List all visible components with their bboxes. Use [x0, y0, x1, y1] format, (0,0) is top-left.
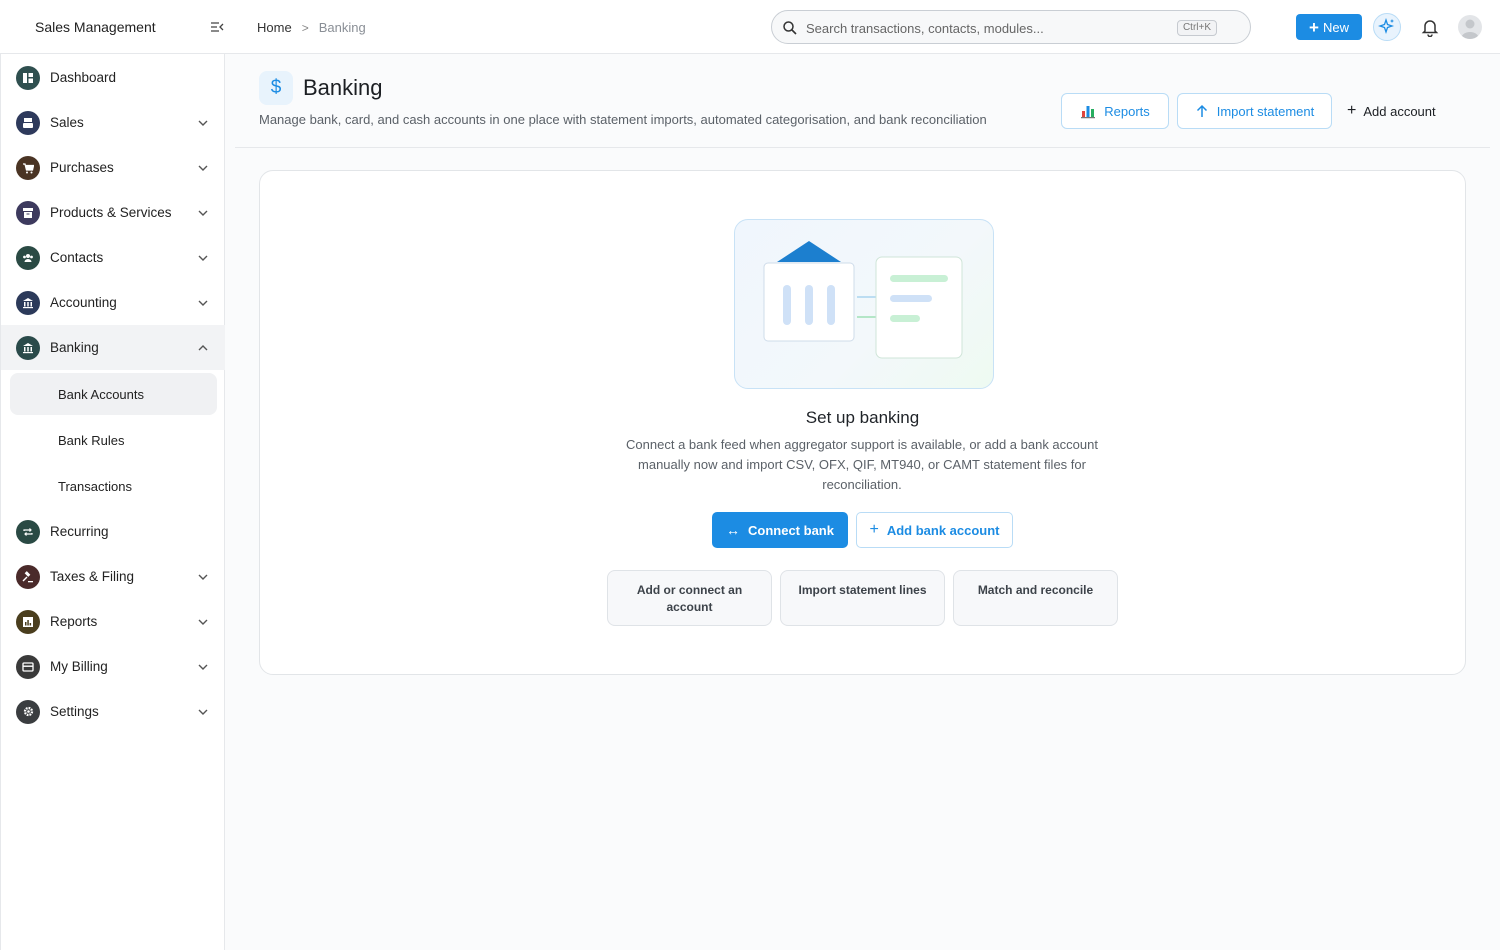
sidebar-item-accounting[interactable]: Accounting — [1, 280, 225, 325]
user-icon — [1461, 19, 1479, 39]
sidebar-item-label: Reports — [50, 614, 98, 629]
sidebar-subitem-label: Transactions — [58, 478, 132, 494]
chevron-down-icon — [198, 619, 208, 625]
register-icon — [16, 110, 40, 135]
new-button[interactable]: + New — [1296, 14, 1362, 40]
breadcrumb: Home > Banking — [257, 20, 366, 35]
step-card-import: Import statement lines — [780, 570, 945, 626]
chevron-down-icon — [198, 255, 208, 261]
sidebar-item-my-billing[interactable]: My Billing — [1, 644, 225, 689]
repeat-icon — [16, 519, 40, 544]
sidebar-item-label: Purchases — [50, 160, 114, 175]
search-bar[interactable]: Ctrl+K — [771, 10, 1251, 44]
empty-state-title: Set up banking — [805, 408, 920, 427]
gear-icon — [16, 699, 40, 724]
bank-statement-illustration-icon — [763, 241, 963, 359]
page-header: $ Banking Manage bank, card, and cash ac… — [235, 55, 1490, 148]
chevron-down-icon — [198, 210, 208, 216]
plus-icon: + — [1347, 102, 1357, 119]
box-icon — [16, 200, 40, 225]
search-input[interactable] — [806, 19, 1166, 37]
add-bank-account-button[interactable]: + Add bank account — [856, 512, 1013, 548]
sidebar-subitem-transactions[interactable]: Transactions — [10, 465, 217, 507]
chevron-down-icon — [198, 300, 208, 306]
gavel-icon — [16, 564, 40, 589]
sidebar-item-label: My Billing — [50, 659, 108, 674]
sidebar-item-contacts[interactable]: Contacts — [1, 235, 225, 280]
add-account-button[interactable]: + Add account — [1347, 93, 1457, 129]
cart-icon — [16, 155, 40, 180]
sparkle-icon — [1378, 18, 1395, 35]
chevron-down-icon — [198, 574, 208, 580]
chevron-up-icon — [198, 344, 208, 350]
avatar[interactable] — [1458, 15, 1482, 39]
top-bar: Sales Management Home > Banking Ctrl+K +… — [0, 0, 1500, 54]
add-account-label: Add account — [1363, 103, 1436, 119]
sidebar-item-purchases[interactable]: Purchases — [1, 145, 225, 190]
sidebar-item-reports[interactable]: Reports — [1, 599, 225, 644]
connect-bank-button[interactable]: ↔ Connect bank — [712, 512, 848, 548]
breadcrumb-home[interactable]: Home — [257, 20, 292, 35]
add-bank-account-label: Add bank account — [886, 522, 1000, 538]
shortcut-hint: Ctrl+K — [1176, 20, 1217, 36]
sidebar-item-label: Sales — [50, 115, 84, 130]
empty-state-description: Connect a bank feed when aggregator supp… — [626, 437, 1098, 492]
bell-icon[interactable] — [1420, 17, 1440, 37]
page-title: Banking — [303, 75, 383, 100]
sidebar-item-label: Products & Services — [50, 205, 172, 220]
reports-button-label: Reports — [1104, 103, 1150, 119]
sidebar-subitem-bank-rules[interactable]: Bank Rules — [10, 419, 217, 461]
bank-icon — [16, 335, 40, 360]
report-icon — [16, 609, 40, 634]
sidebar-subitem-bank-accounts[interactable]: Bank Accounts — [10, 373, 217, 415]
swap-arrows-icon: ↔ — [726, 522, 741, 538]
page-subtitle: Manage bank, card, and cash accounts in … — [259, 112, 987, 127]
chevron-down-icon — [198, 664, 208, 670]
sidebar-item-label: Recurring — [50, 524, 109, 539]
sidebar-item-label: Taxes & Filing — [50, 569, 135, 584]
search-icon — [783, 21, 797, 35]
breadcrumb-current: Banking — [318, 20, 366, 35]
sidebar: Dashboard Sales Purchases Products & Ser… — [0, 54, 225, 950]
sidebar-subitem-label: Bank Rules — [58, 432, 125, 448]
import-statement-label: Import statement — [1216, 103, 1315, 119]
new-button-label: New — [1322, 19, 1349, 35]
chevron-down-icon — [198, 709, 208, 715]
sidebar-subitem-label: Bank Accounts — [58, 386, 144, 402]
breadcrumb-separator: > — [301, 20, 309, 35]
bank-icon — [16, 290, 40, 315]
sidebar-item-label: Contacts — [50, 250, 104, 265]
sidebar-item-label: Dashboard — [50, 70, 117, 85]
bar-chart-icon — [1081, 106, 1096, 119]
sidebar-item-label: Accounting — [50, 295, 117, 310]
collapse-sidebar-icon[interactable] — [210, 20, 224, 34]
import-statement-button[interactable]: Import statement — [1177, 93, 1332, 129]
sidebar-item-products-services[interactable]: Products & Services — [1, 190, 225, 235]
plus-icon: + — [1309, 17, 1319, 37]
plus-icon: + — [869, 521, 879, 538]
sidebar-item-dashboard[interactable]: Dashboard — [1, 55, 225, 100]
dashboard-icon — [16, 65, 40, 90]
card-icon — [16, 654, 40, 679]
sidebar-item-taxes-filing[interactable]: Taxes & Filing — [1, 554, 225, 599]
step-card-add-connect: Add or connect an account — [607, 570, 772, 626]
sidebar-item-banking[interactable]: Banking — [1, 325, 225, 370]
step-card-reconcile: Match and reconcile — [953, 570, 1118, 626]
connect-bank-label: Connect bank — [748, 522, 834, 538]
sidebar-item-recurring[interactable]: Recurring — [1, 509, 225, 554]
app-title: Sales Management — [35, 19, 156, 35]
ai-assistant-button[interactable] — [1373, 13, 1401, 41]
arrow-up-icon — [1196, 104, 1207, 117]
chevron-down-icon — [198, 120, 208, 126]
sidebar-item-label: Settings — [50, 704, 99, 719]
chevron-down-icon — [198, 165, 208, 171]
sidebar-item-settings[interactable]: Settings — [1, 689, 225, 734]
sidebar-item-label: Banking — [50, 340, 99, 355]
banking-empty-state-card: Set up banking Connect a bank feed when … — [259, 170, 1466, 675]
banking-illustration — [734, 219, 994, 389]
people-icon — [16, 245, 40, 270]
reports-button[interactable]: Reports — [1061, 93, 1169, 129]
sidebar-item-sales[interactable]: Sales — [1, 100, 225, 145]
dollar-icon: $ — [259, 71, 293, 105]
